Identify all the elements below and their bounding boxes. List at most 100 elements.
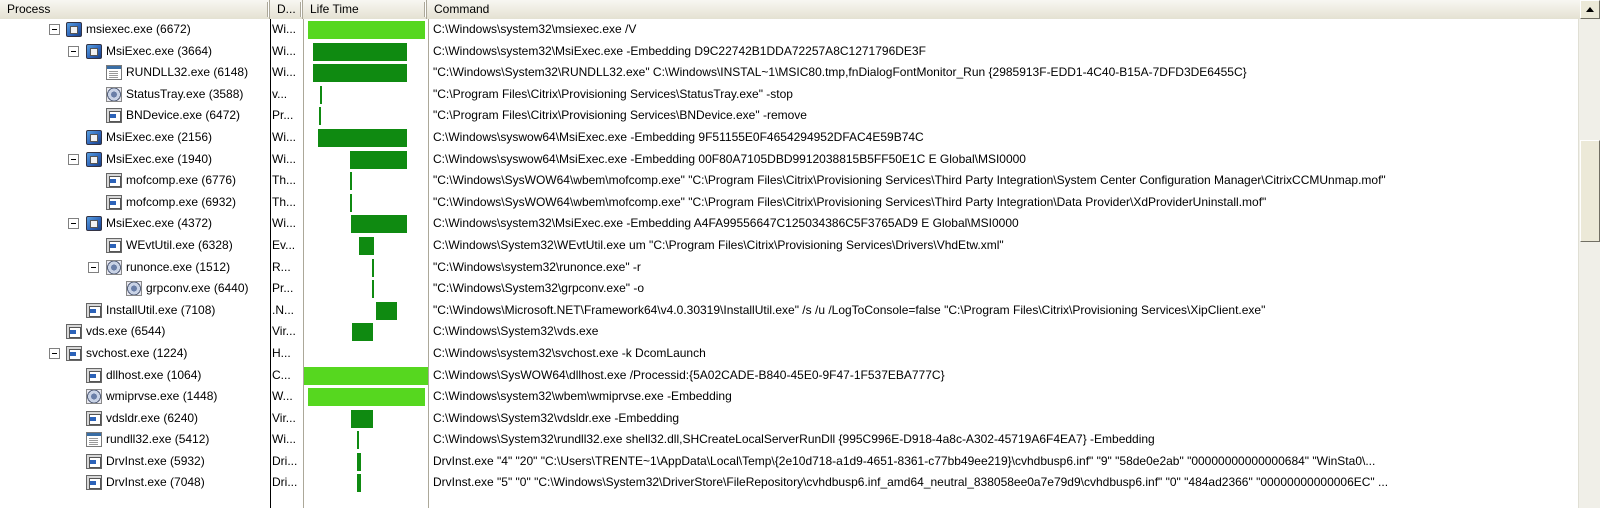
process-cell: RUNDLL32.exe (6148) bbox=[0, 62, 270, 84]
process-name: MsiExec.exe (3664) bbox=[106, 43, 213, 58]
lifetime-cell bbox=[304, 62, 428, 84]
process-cell: MsiExec.exe (3664) bbox=[0, 41, 270, 63]
driver-install-icon bbox=[86, 453, 102, 469]
process-name: BNDevice.exe (6472) bbox=[126, 108, 241, 123]
process-row[interactable]: mofcomp.exe (6932) Th... "C:\Windows\Sys… bbox=[0, 192, 1578, 214]
column-header-process-label: Process bbox=[7, 2, 51, 16]
process-row[interactable]: vds.exe (6544) Vir... C:\Windows\System3… bbox=[0, 321, 1578, 343]
process-row[interactable]: msiexec.exe (6672) Wi... C:\Windows\syst… bbox=[0, 19, 1578, 41]
description-cell: Wi... bbox=[272, 151, 296, 166]
collapse-toggle-icon[interactable] bbox=[88, 261, 99, 273]
column-header: Process D... Life Time Command bbox=[0, 0, 1600, 19]
lifetime-bar bbox=[357, 474, 361, 493]
scrollbar-thumb[interactable] bbox=[1580, 140, 1600, 242]
process-row[interactable]: MsiExec.exe (4372) Wi... C:\Windows\syst… bbox=[0, 213, 1578, 235]
command-cell: "C:\Windows\SysWOW64\wbem\mofcomp.exe" "… bbox=[433, 173, 1386, 188]
lifetime-cell bbox=[304, 105, 428, 127]
process-name: StatusTray.exe (3588) bbox=[126, 86, 244, 101]
application-icon bbox=[106, 173, 122, 189]
service-icon bbox=[66, 324, 82, 340]
description-cell: Wi... bbox=[272, 129, 296, 144]
process-row[interactable]: WEvtUtil.exe (6328) Ev... C:\Windows\Sys… bbox=[0, 235, 1578, 257]
lifetime-cell bbox=[304, 235, 428, 257]
lifetime-cell bbox=[304, 278, 428, 300]
lifetime-cell bbox=[304, 170, 428, 192]
process-row[interactable]: runonce.exe (1512) R... "C:\Windows\syst… bbox=[0, 257, 1578, 279]
lifetime-cell bbox=[304, 84, 428, 106]
process-row[interactable]: MsiExec.exe (3664) Wi... C:\Windows\syst… bbox=[0, 41, 1578, 63]
lifetime-cell bbox=[304, 257, 428, 279]
lifetime-bar bbox=[372, 258, 374, 277]
description-cell: Th... bbox=[272, 194, 297, 209]
process-name: mofcomp.exe (6776) bbox=[126, 173, 237, 188]
process-row[interactable]: BNDevice.exe (6472) Pr... "C:\Program Fi… bbox=[0, 105, 1578, 127]
column-header-description[interactable]: D... bbox=[270, 0, 303, 19]
description-cell: .N... bbox=[272, 302, 295, 317]
command-cell: "C:\Windows\Microsoft.NET\Framework64\v4… bbox=[433, 302, 1266, 317]
process-row[interactable]: DrvInst.exe (7048) Dri... DrvInst.exe "5… bbox=[0, 472, 1578, 494]
description-cell: Wi... bbox=[272, 43, 296, 58]
column-resize-grip[interactable] bbox=[267, 2, 269, 17]
command-cell: DrvInst.exe "5" "0" "C:\Windows\System32… bbox=[433, 475, 1389, 490]
scroll-up-button[interactable] bbox=[1580, 0, 1600, 19]
lifetime-bar bbox=[357, 431, 359, 450]
description-cell: Vir... bbox=[272, 324, 296, 339]
process-row[interactable]: DrvInst.exe (5932) Dri... DrvInst.exe "4… bbox=[0, 451, 1578, 473]
process-row[interactable]: vdsldr.exe (6240) Vir... C:\Windows\Syst… bbox=[0, 408, 1578, 430]
process-row[interactable]: RUNDLL32.exe (6148) Wi... "C:\Windows\Sy… bbox=[0, 62, 1578, 84]
process-row[interactable]: wmiprvse.exe (1448) W... C:\Windows\syst… bbox=[0, 386, 1578, 408]
lifetime-cell bbox=[304, 127, 428, 149]
lifetime-bar bbox=[357, 452, 361, 471]
command-cell: C:\Windows\System32\rundll32.exe shell32… bbox=[433, 432, 1155, 447]
process-row[interactable]: rundll32.exe (5412) Wi... C:\Windows\Sys… bbox=[0, 429, 1578, 451]
command-cell: "C:\Windows\SysWOW64\wbem\mofcomp.exe" "… bbox=[433, 194, 1267, 209]
process-row[interactable]: svchost.exe (1224) H... C:\Windows\syste… bbox=[0, 343, 1578, 365]
lifetime-bar bbox=[352, 323, 373, 342]
process-cell: runonce.exe (1512) bbox=[0, 257, 270, 279]
lifetime-bar bbox=[320, 85, 322, 104]
column-resize-grip[interactable] bbox=[300, 2, 302, 17]
process-row[interactable]: InstallUtil.exe (7108) .N... "C:\Windows… bbox=[0, 300, 1578, 322]
process-row[interactable]: MsiExec.exe (2156) Wi... C:\Windows\sysw… bbox=[0, 127, 1578, 149]
lifetime-bar bbox=[319, 107, 321, 126]
description-cell: Wi... bbox=[272, 65, 296, 80]
collapse-toggle-icon[interactable] bbox=[68, 218, 79, 230]
command-cell: C:\Windows\System32\vdsldr.exe -Embeddin… bbox=[433, 410, 680, 425]
column-resize-grip[interactable] bbox=[424, 2, 426, 17]
collapse-toggle-icon[interactable] bbox=[68, 45, 79, 57]
process-name: mofcomp.exe (6932) bbox=[126, 194, 237, 209]
vertical-scrollbar[interactable] bbox=[1578, 19, 1600, 508]
command-cell: "C:\Program Files\Citrix\Provisioning Se… bbox=[433, 108, 807, 123]
installer-icon bbox=[86, 129, 102, 145]
process-row[interactable]: MsiExec.exe (1940) Wi... C:\Windows\sysw… bbox=[0, 149, 1578, 171]
process-name: RUNDLL32.exe (6148) bbox=[126, 65, 249, 80]
collapse-toggle-icon[interactable] bbox=[49, 347, 60, 359]
collapse-toggle-icon[interactable] bbox=[68, 153, 79, 165]
description-cell: Vir... bbox=[272, 410, 296, 425]
description-cell: Wi... bbox=[272, 22, 296, 36]
process-row[interactable]: grpconv.exe (6440) Pr... "C:\Windows\Sys… bbox=[0, 278, 1578, 300]
column-header-process[interactable]: Process bbox=[0, 0, 270, 19]
installer-icon bbox=[66, 22, 82, 37]
process-name: DrvInst.exe (5932) bbox=[106, 453, 205, 468]
process-cell: DrvInst.exe (7048) bbox=[0, 472, 270, 494]
process-row[interactable]: mofcomp.exe (6776) Th... "C:\Windows\Sys… bbox=[0, 170, 1578, 192]
description-cell: Ev... bbox=[272, 237, 296, 252]
description-cell: Dri... bbox=[272, 453, 298, 468]
command-cell: C:\Windows\System32\vds.exe bbox=[433, 324, 599, 339]
lifetime-bar bbox=[350, 193, 352, 212]
process-row[interactable]: dllhost.exe (1064) C... C:\Windows\SysWO… bbox=[0, 365, 1578, 387]
description-cell: Wi... bbox=[272, 216, 296, 231]
collapse-toggle-icon[interactable] bbox=[49, 24, 60, 35]
process-tree: msiexec.exe (6672) Wi... C:\Windows\syst… bbox=[0, 19, 1578, 508]
lifetime-bar bbox=[313, 64, 407, 83]
column-header-lifetime-label: Life Time bbox=[310, 2, 359, 16]
command-cell: C:\Windows\syswow64\MsiExec.exe -Embeddi… bbox=[433, 129, 924, 144]
column-header-lifetime[interactable]: Life Time bbox=[303, 0, 427, 19]
installer-icon bbox=[86, 43, 102, 59]
column-header-command[interactable]: Command bbox=[427, 0, 1600, 19]
lifetime-bar bbox=[359, 236, 374, 255]
process-name: vds.exe (6544) bbox=[86, 324, 166, 339]
process-name: msiexec.exe (6672) bbox=[86, 22, 191, 36]
process-row[interactable]: StatusTray.exe (3588) v... "C:\Program F… bbox=[0, 84, 1578, 106]
